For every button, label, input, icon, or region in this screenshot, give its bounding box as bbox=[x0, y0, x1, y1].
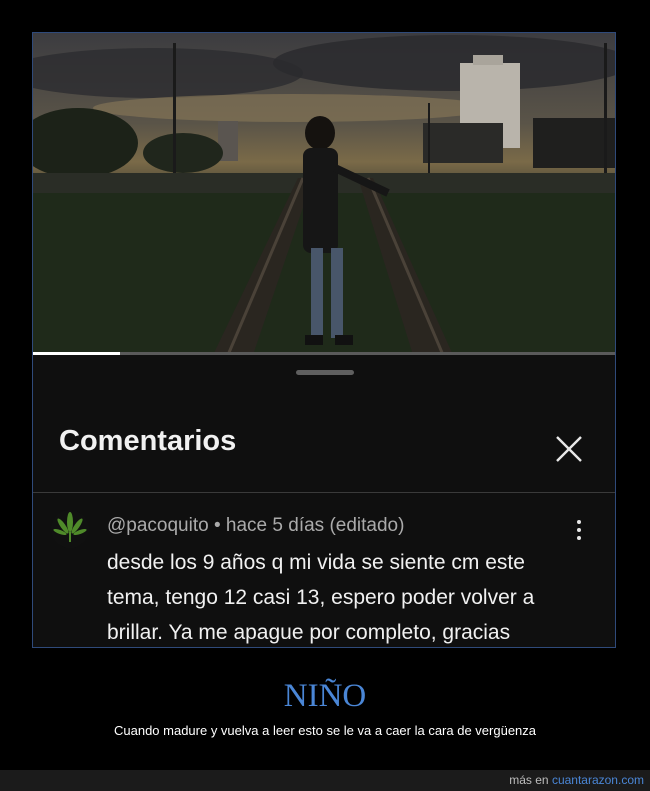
cannabis-leaf-icon bbox=[53, 512, 87, 542]
footer-text: más en cuantarazon.com bbox=[509, 773, 644, 787]
avatar[interactable] bbox=[51, 510, 89, 548]
footer-bar: más en cuantarazon.com bbox=[0, 770, 650, 791]
comment-time: hace 5 días (editado) bbox=[225, 515, 405, 536]
video-player[interactable] bbox=[33, 33, 615, 355]
footer-site-link[interactable]: cuantarazon.com bbox=[552, 773, 644, 787]
comment-author[interactable]: @pacoquito bbox=[107, 515, 209, 536]
comment-text: desde los 9 años q mi vida se siente cm … bbox=[107, 551, 535, 644]
close-button[interactable] bbox=[553, 433, 585, 465]
screenshot-frame: Comentarios @pacoquito • hace 5 días (ed… bbox=[32, 32, 616, 648]
video-frame-illustration bbox=[33, 35, 615, 355]
post-caption: Cuando madure y vuelva a leer esto se le… bbox=[113, 723, 537, 738]
comment-meta: @pacoquito • hace 5 días (editado) bbox=[107, 515, 404, 537]
more-options-icon[interactable] bbox=[571, 520, 587, 542]
comments-title: Comentarios bbox=[59, 425, 237, 457]
meta-separator: • bbox=[213, 515, 221, 536]
drag-handle[interactable] bbox=[296, 370, 354, 375]
footer-prefix: más en bbox=[509, 773, 552, 787]
close-icon bbox=[556, 436, 582, 462]
comments-sheet: Comentarios @pacoquito • hace 5 días (ed… bbox=[33, 355, 615, 647]
post-headline: NIÑO bbox=[283, 678, 367, 714]
divider bbox=[33, 492, 615, 493]
